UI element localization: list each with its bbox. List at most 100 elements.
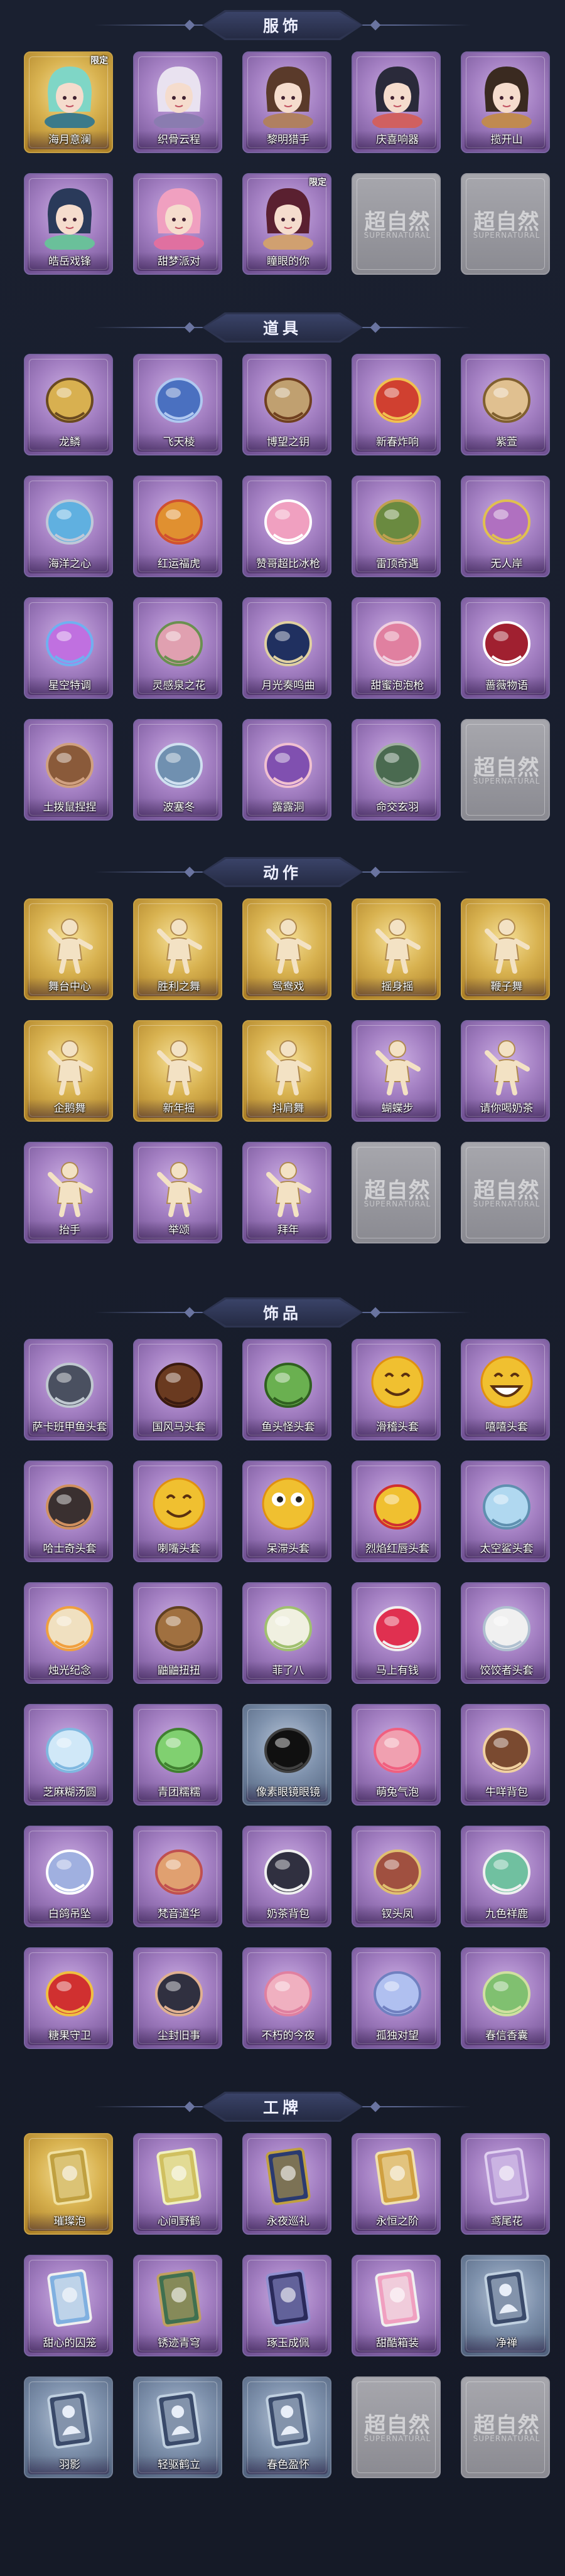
reward-item[interactable]: 心间野鹤 <box>133 2133 222 2235</box>
reward-item[interactable]: 梵音道华 <box>133 1826 222 1927</box>
reward-item[interactable]: 尘封旧事 <box>133 1947 222 2049</box>
reward-item[interactable]: 哈士奇头套 <box>24 1461 113 1562</box>
reward-item[interactable]: 紫萱 <box>461 354 550 455</box>
pose-icon <box>375 918 421 974</box>
reward-item[interactable]: 月光奏鸣曲 <box>242 597 331 699</box>
empty-slot[interactable]: 超自然 SUPERNATURAL <box>352 173 441 275</box>
reward-item[interactable]: 孤独对望 <box>352 1947 441 2049</box>
reward-item[interactable]: 甜梦派对 <box>133 173 222 275</box>
empty-slot[interactable]: 超自然 SUPERNATURAL <box>352 2376 441 2478</box>
reward-item[interactable]: 白鸽吊坠 <box>24 1826 113 1927</box>
reward-item[interactable]: 太空鲨头套 <box>461 1461 550 1562</box>
reward-item[interactable]: 企鹅舞 <box>24 1020 113 1122</box>
reward-item[interactable]: 抬手 <box>24 1142 113 1243</box>
reward-item[interactable]: 织骨云程 <box>133 51 222 153</box>
reward-item[interactable]: 海洋之心 <box>24 476 113 577</box>
item-card: 鼬鼬扭扭 <box>133 1582 222 1684</box>
reward-item[interactable]: 璀璨泡 <box>24 2133 113 2235</box>
reward-item[interactable]: 抖肩舞 <box>242 1020 331 1122</box>
reward-item[interactable]: 蝴蝶步 <box>352 1020 441 1122</box>
reward-item[interactable]: 蔷薇物语 <box>461 597 550 699</box>
reward-item[interactable]: 土拨鼠捏捏 <box>24 719 113 821</box>
reward-item[interactable]: 甜心的囚笼 <box>24 2255 113 2356</box>
reward-item[interactable]: 露露洞 <box>242 719 331 821</box>
reward-item[interactable]: 菲了八 <box>242 1582 331 1684</box>
reward-item[interactable]: 胜利之舞 <box>133 898 222 1000</box>
reward-item[interactable]: 命交玄羽 <box>352 719 441 821</box>
reward-item[interactable]: 飞天棱 <box>133 354 222 455</box>
reward-item[interactable]: 芝麻糊汤圆 <box>24 1704 113 1806</box>
reward-item[interactable]: 烛光纪念 <box>24 1582 113 1684</box>
reward-item[interactable]: 黎明猎手 <box>242 51 331 153</box>
crystal-charm-icon <box>374 1971 421 2016</box>
empty-slot[interactable]: 超自然 SUPERNATURAL <box>352 1142 441 1243</box>
reward-item[interactable]: 波塞冬 <box>133 719 222 821</box>
reward-item[interactable]: 糖果守卫 <box>24 1947 113 2049</box>
reward-item[interactable]: 净禅 <box>461 2255 550 2356</box>
character-costume-icon <box>263 67 313 128</box>
reward-item[interactable]: 灵感泉之花 <box>133 597 222 699</box>
diamond-ornament-icon <box>370 19 381 31</box>
reward-item[interactable]: 春信香囊 <box>461 1947 550 2049</box>
reward-item[interactable]: 无人岸 <box>461 476 550 577</box>
reward-item[interactable]: 摇身摇 <box>352 898 441 1000</box>
reward-item[interactable]: 雷顶奇遇 <box>352 476 441 577</box>
reward-item[interactable]: 皓岳戏锋 <box>24 173 113 275</box>
reward-item[interactable]: 滑稽头套 <box>352 1339 441 1440</box>
reward-item[interactable]: 饺饺者头套 <box>461 1582 550 1684</box>
reward-item[interactable]: 揽开山 <box>461 51 550 153</box>
item-name: 春信香囊 <box>485 2030 528 2042</box>
reward-item[interactable]: 鸢尾花 <box>461 2133 550 2235</box>
reward-item[interactable]: 马上有钱 <box>352 1582 441 1684</box>
reward-item[interactable]: 奶茶背包 <box>242 1826 331 1927</box>
reward-item[interactable]: 鞭子舞 <box>461 898 550 1000</box>
item-card: 摇身摇 <box>352 898 441 1000</box>
reward-item[interactable]: 鼬鼬扭扭 <box>133 1582 222 1684</box>
reward-item[interactable]: 舞台中心 <box>24 898 113 1000</box>
empty-slot-subtitle: SUPERNATURAL <box>473 777 541 785</box>
empty-slot[interactable]: 超自然 SUPERNATURAL <box>461 1142 550 1243</box>
reward-item[interactable]: 庆喜响器 <box>352 51 441 153</box>
reward-item[interactable]: 博望之钥 <box>242 354 331 455</box>
reward-item[interactable]: 萨卡班甲鱼头套 <box>24 1339 113 1440</box>
reward-item[interactable]: 鸳鸯戏 <box>242 898 331 1000</box>
reward-item[interactable]: 嘻嘻头套 <box>461 1339 550 1440</box>
reward-item[interactable]: 星空特调 <box>24 597 113 699</box>
reward-item[interactable]: 羽影 <box>24 2376 113 2478</box>
reward-item[interactable]: 锈迹青穹 <box>133 2255 222 2356</box>
reward-item[interactable]: 永夜巡礼 <box>242 2133 331 2235</box>
reward-item[interactable]: 永恒之阶 <box>352 2133 441 2235</box>
reward-item[interactable]: 萌兔气泡 <box>352 1704 441 1806</box>
reward-item[interactable]: 青团糯糯 <box>133 1704 222 1806</box>
empty-slot[interactable]: 超自然 SUPERNATURAL <box>461 173 550 275</box>
reward-item[interactable]: 喇嘴头套 <box>133 1461 222 1562</box>
item-card: 春色盈怀 <box>242 2376 331 2478</box>
reward-item[interactable]: 瞳眼的你 限定 <box>242 173 331 275</box>
reward-item[interactable]: 新年摇 <box>133 1020 222 1122</box>
empty-slot[interactable]: 超自然 SUPERNATURAL <box>461 719 550 821</box>
reward-item[interactable]: 国风马头套 <box>133 1339 222 1440</box>
reward-item[interactable]: 鱼头怪头套 <box>242 1339 331 1440</box>
reward-item[interactable]: 像素眼镜眼镜 <box>242 1704 331 1806</box>
empty-slot[interactable]: 超自然 SUPERNATURAL <box>461 2376 550 2478</box>
reward-item[interactable]: 龙鳞 <box>24 354 113 455</box>
reward-item[interactable]: 琢玉成佩 <box>242 2255 331 2356</box>
reward-item[interactable]: 不朽的今夜 <box>242 1947 331 2049</box>
reward-item[interactable]: 牛咩背包 <box>461 1704 550 1806</box>
reward-item[interactable]: 举颂 <box>133 1142 222 1243</box>
reward-item[interactable]: 烈焰红唇头套 <box>352 1461 441 1562</box>
reward-item[interactable]: 甜蜜泡泡枪 <box>352 597 441 699</box>
reward-item[interactable]: 拜年 <box>242 1142 331 1243</box>
reward-item[interactable]: 甜酷箱装 <box>352 2255 441 2356</box>
reward-item[interactable]: 呆滞头套 <box>242 1461 331 1562</box>
reward-item[interactable]: 钗头凤 <box>352 1826 441 1927</box>
reward-item[interactable]: 请你喝奶茶 <box>461 1020 550 1122</box>
reward-item[interactable]: 海月意澜 限定 <box>24 51 113 153</box>
reward-item[interactable]: 轻驱鹤立 <box>133 2376 222 2478</box>
reward-item[interactable]: 九色祥鹿 <box>461 1826 550 1927</box>
reward-item[interactable]: 赞哥超比冰枪 <box>242 476 331 577</box>
reward-item[interactable]: 新春炸响 <box>352 354 441 455</box>
reward-item[interactable]: 春色盈怀 <box>242 2376 331 2478</box>
item-card: 灵感泉之花 <box>133 597 222 699</box>
reward-item[interactable]: 红运福虎 <box>133 476 222 577</box>
